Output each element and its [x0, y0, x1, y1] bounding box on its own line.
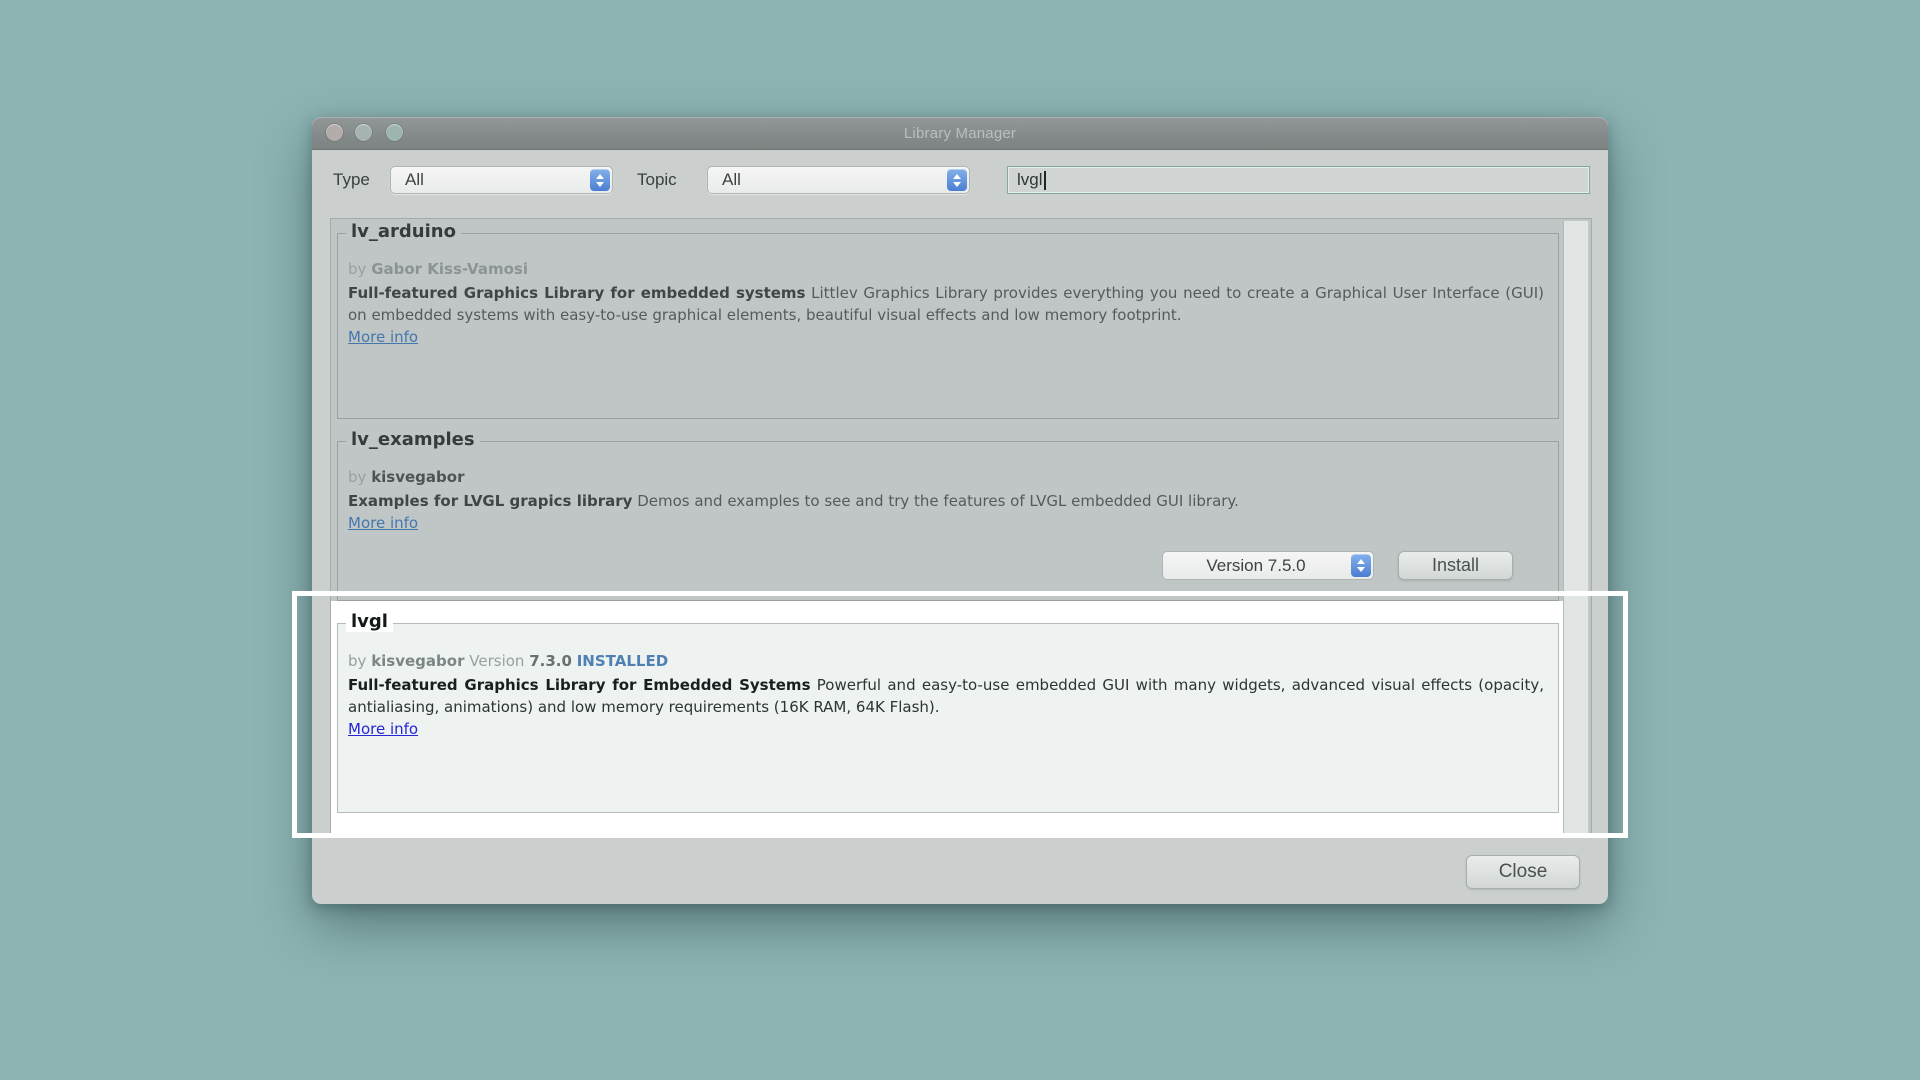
- library-description: Examples for LVGL grapics library Demos …: [348, 490, 1544, 512]
- library-name: lvgl: [346, 611, 393, 632]
- library-name: lv_arduino: [346, 221, 461, 242]
- chevron-up-down-icon: [590, 169, 610, 191]
- more-info-link[interactable]: More info: [348, 514, 418, 532]
- window-title: Library Manager: [312, 117, 1608, 149]
- type-label: Type: [333, 166, 370, 194]
- library-byline: by kisvegabor Version 7.3.0 INSTALLED: [348, 650, 1544, 672]
- close-button-label: Close: [1499, 861, 1548, 883]
- text-caret: [1044, 171, 1046, 190]
- library-name: lv_examples: [346, 429, 480, 450]
- by-label: by: [348, 468, 366, 486]
- library-description-text: Demos and examples to see and try the fe…: [637, 492, 1239, 510]
- version-select[interactable]: Version 7.5.0: [1162, 551, 1374, 580]
- version-select-value: Version 7.5.0: [1163, 552, 1349, 579]
- topic-select[interactable]: All: [707, 166, 970, 194]
- library-author: kisvegabor: [371, 652, 464, 670]
- installed-badge: INSTALLED: [577, 652, 668, 670]
- chevron-up-down-icon: [947, 169, 967, 191]
- desktop: { "window": { "title": "Library Manager"…: [0, 0, 1920, 1080]
- topic-select-value: All: [722, 167, 741, 193]
- by-label: by: [348, 652, 366, 670]
- library-description: Full-featured Graphics Library for embed…: [348, 282, 1544, 326]
- library-byline: by kisvegabor: [348, 466, 1544, 488]
- library-byline: by Gabor Kiss-Vamosi: [348, 258, 1544, 280]
- library-row-lv-arduino[interactable]: lv_arduino by Gabor Kiss-Vamosi Full-fea…: [331, 219, 1564, 429]
- library-panel: lv_examples by kisvegabor Examples for L…: [337, 441, 1559, 601]
- close-button[interactable]: Close: [1466, 855, 1580, 889]
- topic-label: Topic: [637, 166, 677, 194]
- scrollbar[interactable]: [1563, 221, 1589, 835]
- titlebar[interactable]: Library Manager: [312, 117, 1608, 150]
- library-row-lv-examples[interactable]: lv_examples by kisvegabor Examples for L…: [331, 429, 1564, 601]
- type-select[interactable]: All: [390, 166, 613, 194]
- library-details: by kisvegabor Version 7.3.0 INSTALLED Fu…: [338, 624, 1558, 740]
- install-button-label: Install: [1432, 555, 1479, 576]
- library-sentence-title: Examples for LVGL grapics library: [348, 492, 632, 510]
- version-number: 7.3.0: [529, 652, 572, 670]
- library-sentence-title: Full-featured Graphics Library for embed…: [348, 284, 805, 302]
- library-details: by kisvegabor Examples for LVGL grapics …: [338, 442, 1558, 534]
- library-author: Gabor Kiss-Vamosi: [371, 260, 528, 278]
- search-input-value: lvgl: [1017, 170, 1043, 190]
- more-info-link[interactable]: More info: [348, 720, 418, 738]
- library-panel-selected: lvgl by kisvegabor Version 7.3.0 INSTALL…: [337, 623, 1559, 813]
- library-details: by Gabor Kiss-Vamosi Full-featured Graph…: [338, 234, 1558, 348]
- type-select-value: All: [405, 167, 424, 193]
- library-manager-dialog: Library Manager Type All Topic All lvgl …: [312, 117, 1608, 904]
- library-description: Full-featured Graphics Library for Embed…: [348, 674, 1544, 718]
- search-input[interactable]: lvgl: [1007, 166, 1590, 194]
- library-row-lvgl[interactable]: lvgl by kisvegabor Version 7.3.0 INSTALL…: [331, 601, 1564, 838]
- more-info-link[interactable]: More info: [348, 328, 418, 346]
- library-panel: lv_arduino by Gabor Kiss-Vamosi Full-fea…: [337, 233, 1559, 419]
- version-word: Version: [469, 652, 524, 670]
- library-author: kisvegabor: [371, 468, 464, 486]
- install-button[interactable]: Install: [1398, 551, 1513, 580]
- chevron-up-down-icon: [1351, 554, 1371, 577]
- library-list: lv_arduino by Gabor Kiss-Vamosi Full-fea…: [330, 218, 1592, 838]
- library-sentence-title: Full-featured Graphics Library for Embed…: [348, 676, 811, 694]
- by-label: by: [348, 260, 366, 278]
